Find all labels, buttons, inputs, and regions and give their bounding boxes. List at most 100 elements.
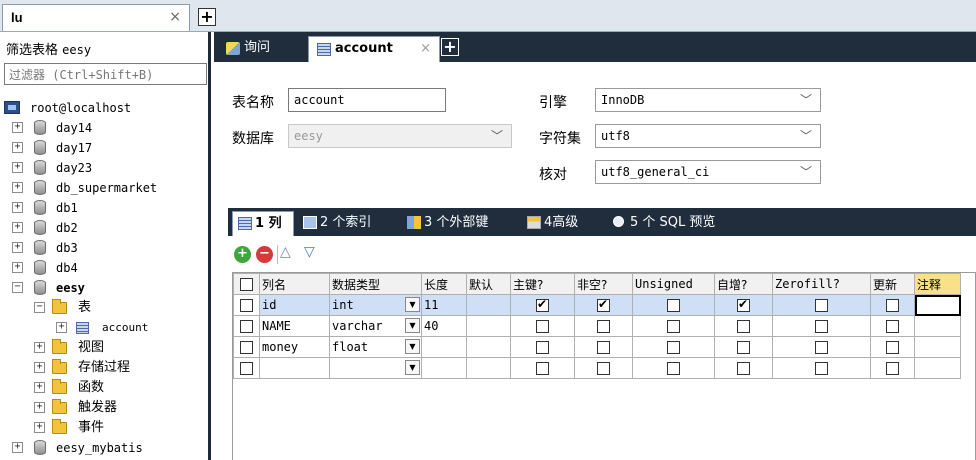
notnull-cell[interactable] — [574, 357, 633, 379]
default-cell[interactable] — [466, 315, 511, 337]
unsigned-cell[interactable] — [632, 315, 715, 337]
tree-folder-tables[interactable]: − 表 — [34, 298, 204, 318]
checkbox[interactable] — [597, 362, 610, 375]
column-header[interactable]: 注释 — [914, 273, 961, 295]
checkbox[interactable] — [536, 362, 549, 375]
column-header[interactable]: 数据类型 — [329, 273, 422, 295]
expand-icon[interactable]: + — [56, 322, 67, 333]
column-header[interactable]: 列名 — [259, 273, 330, 295]
update-cell[interactable] — [870, 294, 915, 316]
tab-advanced[interactable]: 4高级 — [522, 211, 602, 236]
checkbox[interactable] — [737, 320, 750, 333]
zerofill-cell[interactable] — [772, 315, 871, 337]
chevron-down-icon[interactable]: ﹀ — [800, 163, 812, 181]
tab-query[interactable]: 询问 — [218, 36, 282, 62]
dropdown-icon[interactable]: ▼ — [405, 339, 420, 354]
checkbox[interactable] — [815, 341, 828, 354]
column-name-cell[interactable] — [259, 357, 330, 379]
expand-icon[interactable]: + — [12, 182, 23, 193]
collapse-icon[interactable]: − — [12, 282, 23, 293]
engine-select[interactable]: InnoDB ﹀ — [595, 88, 821, 112]
tree-db-item[interactable]: + db2 — [12, 218, 202, 238]
column-header[interactable]: 主键? — [510, 273, 575, 295]
row-select-cell[interactable] — [233, 336, 260, 358]
select-all-checkbox[interactable] — [233, 273, 260, 295]
expand-icon[interactable]: + — [12, 142, 23, 153]
close-icon[interactable]: × — [420, 37, 431, 61]
comment-cell[interactable] — [914, 294, 961, 316]
tree-db-item[interactable]: + db3 — [12, 238, 202, 258]
default-cell[interactable] — [466, 294, 511, 316]
column-header[interactable]: 更新 — [870, 273, 915, 295]
expand-icon[interactable]: + — [34, 342, 45, 353]
zerofill-cell[interactable] — [772, 336, 871, 358]
tree-db-item[interactable]: + db_supermarket — [12, 178, 202, 198]
checkbox[interactable] — [597, 341, 610, 354]
checkbox[interactable] — [737, 362, 750, 375]
expand-icon[interactable]: + — [34, 362, 45, 373]
dropdown-icon[interactable]: ▼ — [405, 297, 420, 312]
expand-icon[interactable]: + — [12, 162, 23, 173]
expand-icon[interactable]: + — [12, 262, 23, 273]
collation-select[interactable]: utf8_general_ci ﹀ — [595, 160, 821, 184]
checkbox[interactable] — [737, 341, 750, 354]
tab-columns[interactable]: 1 列 — [232, 211, 294, 236]
checkbox[interactable] — [597, 320, 610, 333]
column-name-cell[interactable]: money — [259, 336, 330, 358]
column-name-cell[interactable]: id — [259, 294, 330, 316]
data-type-cell[interactable]: int ▼ — [329, 294, 422, 316]
expand-icon[interactable]: + — [12, 442, 23, 453]
checkbox[interactable] — [667, 362, 680, 375]
tab-foreign-keys[interactable]: 3 个外部键 — [402, 211, 518, 236]
connection-tab[interactable]: lu × — [2, 4, 190, 31]
update-cell[interactable] — [870, 336, 915, 358]
data-type-cell[interactable]: float ▼ — [329, 336, 422, 358]
checkbox[interactable] — [667, 299, 680, 312]
checkbox[interactable] — [536, 341, 549, 354]
table-row[interactable]: id int ▼ 11 — [233, 294, 961, 316]
tree-db-item[interactable]: + day23 — [12, 158, 202, 178]
tab-sql-preview[interactable]: 5 个 SQL 预览 — [608, 211, 740, 236]
expand-icon[interactable]: + — [34, 422, 45, 433]
table-row[interactable]: ▼ — [233, 357, 961, 379]
zerofill-cell[interactable] — [772, 357, 871, 379]
move-up-icon[interactable]: △ — [280, 244, 291, 260]
checkbox[interactable] — [815, 299, 828, 312]
column-header[interactable]: Zerofill? — [772, 273, 871, 295]
table-row[interactable]: money float ▼ — [233, 336, 961, 358]
checkbox-checked[interactable] — [597, 297, 610, 312]
tree-db-item[interactable]: + db4 — [12, 258, 202, 278]
checkbox[interactable] — [240, 362, 253, 375]
move-down-icon[interactable]: ▽ — [304, 244, 315, 260]
expand-icon[interactable]: + — [12, 222, 23, 233]
table-row[interactable]: NAME varchar ▼ 40 — [233, 315, 961, 337]
column-header[interactable]: 非空? — [574, 273, 633, 295]
autoinc-cell[interactable] — [714, 294, 773, 316]
charset-select[interactable]: utf8 ﹀ — [595, 124, 821, 148]
tree-db-item-eesy[interactable]: − eesy — [12, 278, 202, 298]
row-select-cell[interactable] — [233, 315, 260, 337]
tree-folder-functions[interactable]: + 函数 — [34, 378, 204, 398]
unsigned-cell[interactable] — [632, 336, 715, 358]
length-cell[interactable]: 11 — [421, 294, 467, 316]
chevron-down-icon[interactable]: ﹀ — [800, 91, 812, 109]
comment-cell[interactable] — [914, 357, 961, 379]
tree-db-item[interactable]: + db1 — [12, 198, 202, 218]
pk-cell[interactable] — [510, 357, 575, 379]
checkbox[interactable] — [886, 362, 899, 375]
autoinc-cell[interactable] — [714, 315, 773, 337]
add-column-icon[interactable]: + — [234, 246, 251, 263]
collapse-icon[interactable]: − — [34, 302, 45, 313]
tree-folder-events[interactable]: + 事件 — [34, 418, 204, 438]
new-tab-button[interactable]: + — [441, 38, 459, 56]
notnull-cell[interactable] — [574, 294, 633, 316]
checkbox[interactable] — [240, 341, 253, 354]
checkbox[interactable] — [886, 341, 899, 354]
comment-cell[interactable] — [914, 336, 961, 358]
checkbox-checked[interactable] — [536, 297, 549, 312]
autoinc-cell[interactable] — [714, 357, 773, 379]
tree-db-item[interactable]: + day14 — [12, 118, 202, 138]
length-cell[interactable] — [421, 357, 467, 379]
expand-icon[interactable]: + — [12, 202, 23, 213]
table-name-input[interactable]: account — [288, 88, 446, 112]
